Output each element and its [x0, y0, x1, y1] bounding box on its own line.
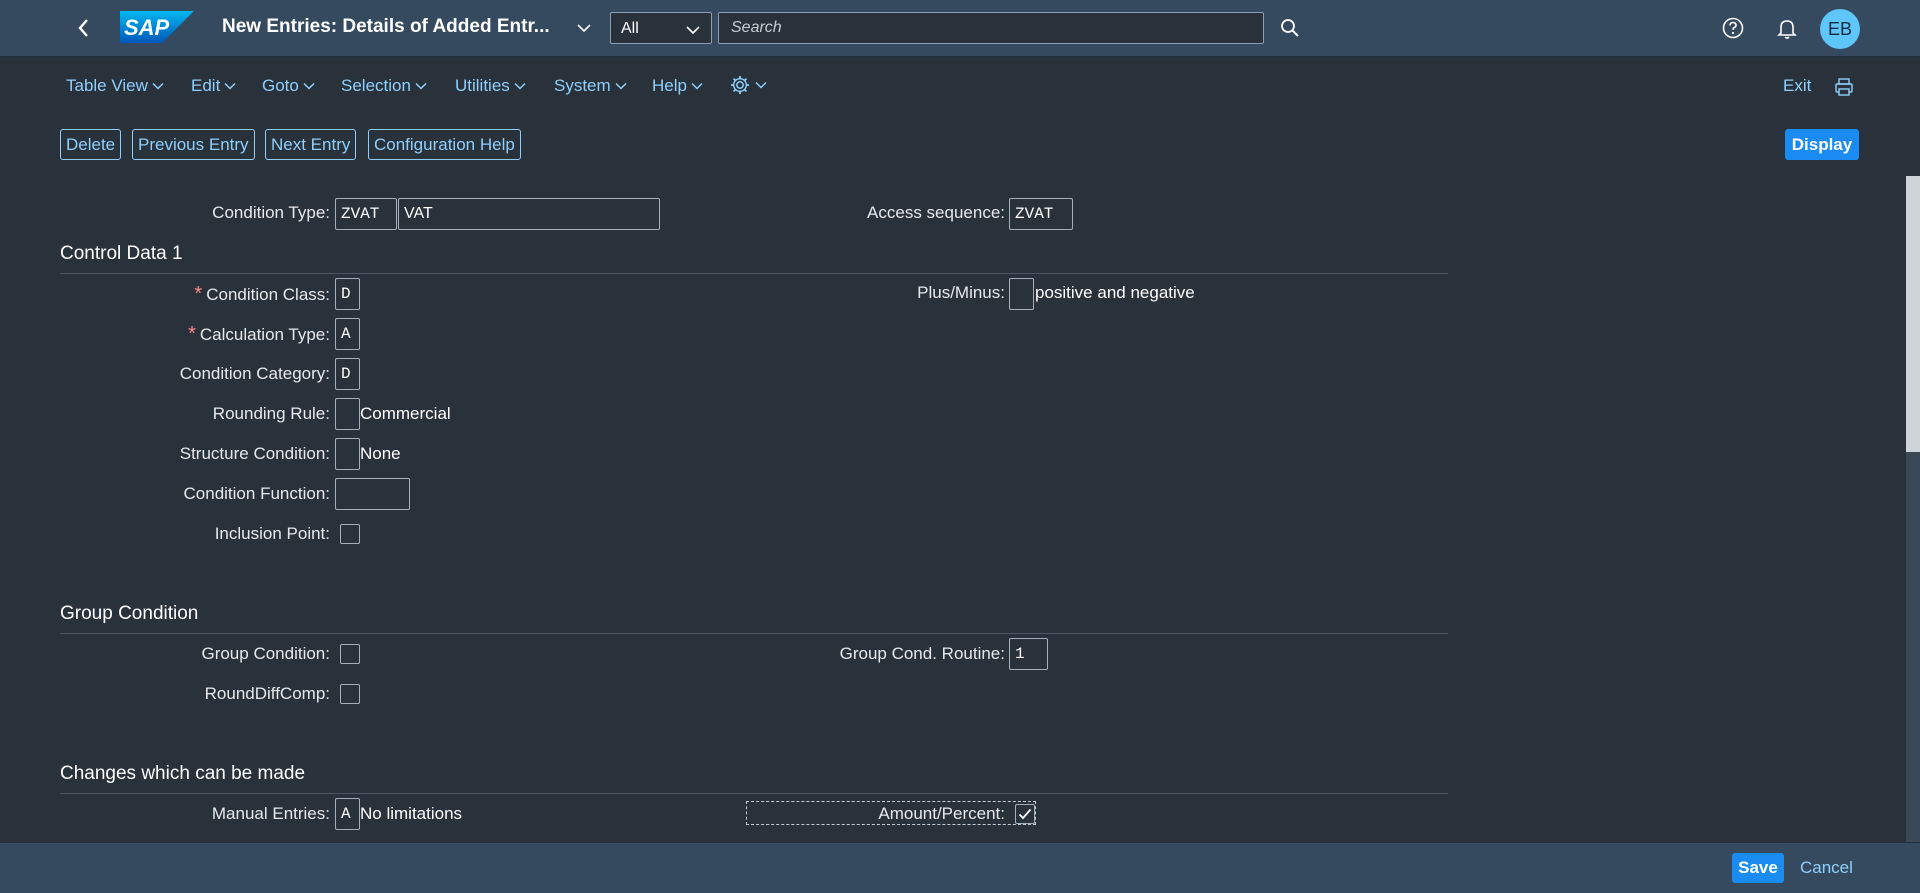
condition-type-description: VAT — [398, 198, 660, 230]
section-title-control-data: Control Data 1 — [60, 243, 183, 264]
structure-condition-field[interactable] — [335, 438, 360, 470]
menu-bar: Table View Edit Goto Selection Utilities… — [0, 68, 1920, 104]
condition-class-label: * Condition Class: — [194, 283, 330, 306]
condition-function-field[interactable] — [335, 478, 410, 510]
round-diff-comp-label: RoundDiffComp: — [204, 684, 330, 703]
section-divider — [60, 633, 1448, 634]
access-sequence-label: Access sequence: — [867, 203, 1005, 222]
delete-button[interactable]: Delete — [60, 129, 122, 160]
manual-entries-label: Manual Entries: — [211, 804, 330, 823]
search-scope-select[interactable]: All — [610, 12, 712, 44]
exit-link[interactable]: Exit — [1783, 76, 1811, 96]
round-diff-comp-checkbox[interactable] — [340, 684, 360, 704]
vertical-scrollbar[interactable] — [1906, 176, 1920, 844]
plus-minus-field[interactable] — [1009, 278, 1034, 310]
menu-table-view[interactable]: Table View — [66, 76, 165, 96]
rounding-rule-description: Commercial — [360, 404, 451, 423]
group-condition-checkbox[interactable] — [340, 644, 360, 664]
display-button[interactable]: Display — [1785, 129, 1859, 160]
menu-utilities[interactable]: Utilities — [455, 76, 527, 96]
amount-percent-checkbox[interactable] — [1015, 804, 1035, 824]
help-icon[interactable] — [1721, 16, 1745, 40]
chevron-down-icon — [303, 82, 315, 90]
search-scope-value: All — [621, 20, 639, 37]
condition-class-label-text: Condition Class: — [206, 285, 330, 304]
section-divider — [60, 793, 1448, 794]
app-title[interactable]: New Entries: Details of Added Entr... — [222, 16, 550, 38]
condition-category-field[interactable]: D — [335, 358, 360, 390]
plus-minus-description: positive and negative — [1035, 283, 1195, 302]
chevron-down-icon — [615, 82, 627, 90]
manual-entries-field[interactable]: A — [335, 798, 360, 830]
bell-icon[interactable] — [1775, 16, 1799, 40]
calculation-type-label: * Calculation Type: — [188, 323, 330, 346]
search-input[interactable] — [718, 12, 1264, 44]
menu-selection[interactable]: Selection — [341, 76, 428, 96]
chevron-down-icon — [152, 82, 164, 90]
structure-condition-description: None — [360, 444, 401, 463]
chevron-down-icon[interactable] — [576, 20, 592, 36]
plus-minus-label: Plus/Minus: — [917, 283, 1005, 302]
menu-help[interactable]: Help — [652, 76, 704, 96]
amount-percent-label: Amount/Percent: — [878, 804, 1005, 823]
chevron-down-icon — [691, 82, 703, 90]
user-avatar[interactable]: EB — [1820, 9, 1860, 49]
structure-condition-label: Structure Condition: — [179, 444, 330, 463]
access-sequence-field[interactable]: ZVAT — [1009, 198, 1073, 230]
calculation-type-label-text: Calculation Type: — [199, 325, 330, 344]
footer-bar: Save Cancel — [0, 842, 1920, 893]
chevron-left-icon — [78, 19, 88, 37]
group-cond-routine-label: Group Cond. Routine: — [839, 644, 1005, 663]
inclusion-point-label: Inclusion Point: — [214, 524, 330, 543]
shell-bar: SAP New Entries: Details of Added Entr..… — [0, 0, 1920, 57]
rounding-rule-field[interactable] — [335, 398, 360, 430]
next-entry-button[interactable]: Next Entry — [265, 129, 357, 160]
previous-entry-button[interactable]: Previous Entry — [132, 129, 255, 160]
required-icon: * — [194, 283, 203, 305]
menu-label: Selection — [341, 76, 411, 95]
chevron-down-icon — [514, 82, 526, 90]
manual-entries-description: No limitations — [360, 804, 463, 823]
required-icon: * — [188, 323, 196, 345]
configuration-help-button[interactable]: Configuration Help — [368, 129, 521, 160]
print-icon[interactable] — [1833, 76, 1855, 98]
chevron-down-icon — [686, 26, 700, 35]
menu-settings[interactable] — [729, 74, 768, 96]
section-title-changes: Changes which can be made — [60, 763, 306, 784]
rounding-rule-label: Rounding Rule: — [212, 404, 330, 423]
menu-goto[interactable]: Goto — [262, 76, 316, 96]
menu-label: Edit — [191, 76, 221, 95]
condition-function-label: Condition Function: — [183, 484, 330, 503]
menu-label: System — [554, 76, 611, 95]
chevron-down-icon — [224, 82, 236, 90]
condition-type-label: Condition Type: — [212, 203, 330, 222]
chevron-down-icon — [415, 82, 427, 90]
section-title-group-condition: Group Condition — [60, 603, 199, 624]
cancel-button[interactable]: Cancel — [1800, 858, 1853, 878]
sap-logo[interactable]: SAP — [120, 11, 194, 43]
section-divider — [60, 273, 1448, 274]
menu-label: Utilities — [455, 76, 510, 95]
menu-label: Goto — [262, 76, 299, 95]
search-icon[interactable] — [1278, 16, 1302, 40]
condition-type-field[interactable]: ZVAT — [335, 198, 397, 230]
menu-system[interactable]: System — [554, 76, 628, 96]
menu-edit[interactable]: Edit — [191, 76, 237, 96]
checkmark-icon — [1018, 808, 1032, 820]
group-condition-label: Group Condition: — [201, 644, 330, 663]
condition-category-label: Condition Category: — [179, 364, 330, 383]
scrollbar-thumb[interactable] — [1906, 176, 1920, 452]
group-cond-routine-field[interactable]: 1 — [1009, 638, 1048, 670]
logo-text: SAP — [124, 15, 170, 40]
gear-icon — [731, 76, 749, 94]
menu-label: Table View — [66, 76, 148, 95]
chevron-down-icon — [755, 81, 767, 89]
back-button[interactable] — [70, 14, 98, 42]
condition-class-field[interactable]: D — [335, 278, 360, 310]
inclusion-point-checkbox[interactable] — [340, 524, 360, 544]
menu-label: Help — [652, 76, 687, 95]
save-button[interactable]: Save — [1732, 853, 1784, 883]
calculation-type-field[interactable]: A — [335, 318, 360, 350]
